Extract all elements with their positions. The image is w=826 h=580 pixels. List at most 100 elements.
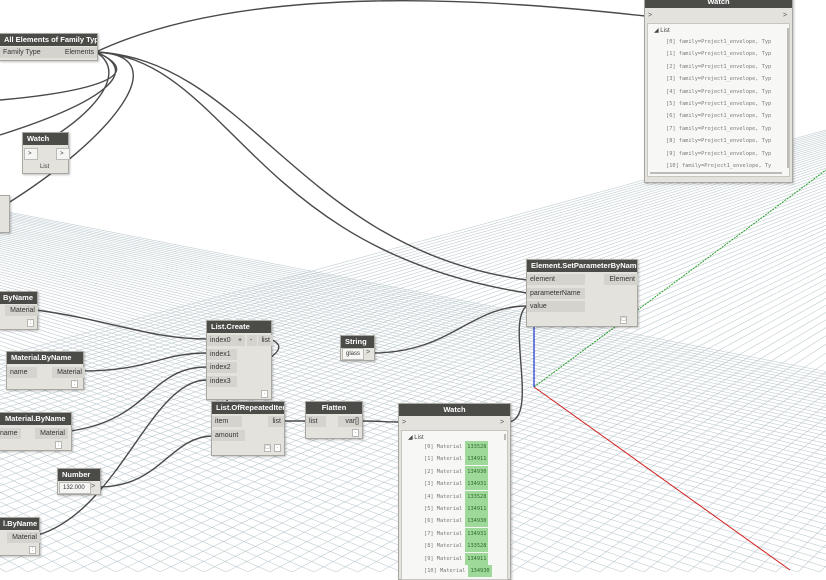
index3-input-port[interactable]: index3 xyxy=(207,376,237,387)
number-node[interactable]: Number 132.000 > xyxy=(57,468,101,495)
number-value-input[interactable]: 132.000 xyxy=(59,482,91,494)
list-item-index: [3] Material xyxy=(424,481,463,488)
add-input-button[interactable]: + xyxy=(235,335,245,346)
watch-output-port[interactable]: > xyxy=(783,12,787,19)
index0-input-port[interactable]: index0 xyxy=(207,335,237,346)
material-byname-node-2[interactable]: Material.ByName name Material : xyxy=(6,351,85,390)
list-item: [2] Material 134930 xyxy=(424,465,489,478)
list-item: [6] Material 134930 xyxy=(424,515,489,528)
offscreen-node[interactable] xyxy=(0,195,10,233)
list-item-index: [8] Material xyxy=(424,543,463,550)
material-output-port[interactable]: Material xyxy=(7,532,40,543)
list-item-value: 134911 xyxy=(465,552,489,565)
node-title: List.Create xyxy=(207,321,271,333)
list-input-port[interactable]: list xyxy=(306,416,326,427)
node-title: Watch xyxy=(399,404,510,416)
amount-input-port[interactable]: amount xyxy=(212,430,245,441)
node-title: All Elements of Family Type xyxy=(0,34,97,46)
list-item: [10] family=Project1_envelope, Ty xyxy=(666,163,772,169)
family-type-input-port[interactable]: Family Type xyxy=(0,47,58,58)
list-item-value: 134930 xyxy=(465,515,489,528)
watch-scrollbar[interactable] xyxy=(787,28,789,168)
list-item-value: 134911 xyxy=(465,453,489,466)
list-item-value: 133528 xyxy=(465,540,489,553)
list-item: [7] family=Project1_envelope, Typ xyxy=(666,125,772,132)
lacing-icon[interactable]: · xyxy=(352,429,359,437)
index2-input-port[interactable]: index2 xyxy=(207,362,237,373)
lacing-icon[interactable]: : xyxy=(27,319,34,327)
material-byname-node-1[interactable]: ByName Material : xyxy=(0,291,38,330)
watch-node-top[interactable]: Watch > > ◢ List [0] family=Project1_env… xyxy=(644,0,793,183)
node-title: Material.ByName xyxy=(7,352,83,364)
list-item-value: 134930 xyxy=(465,465,489,478)
element-input-port[interactable]: element xyxy=(527,274,585,285)
list-of-repeated-item-node[interactable]: List.OfRepeatedItem item list amount □ · xyxy=(211,401,285,456)
number-output-port[interactable]: > xyxy=(91,483,95,490)
watch-scrollbar[interactable] xyxy=(504,434,506,440)
lacing-icon[interactable]: : xyxy=(29,546,36,554)
list-item-index: [7] Material xyxy=(424,530,463,537)
list-output-port[interactable]: list xyxy=(258,335,273,346)
name-input-port[interactable]: name xyxy=(0,428,21,439)
list-item: [4] family=Project1_envelope, Typ xyxy=(666,88,772,95)
list-create-node[interactable]: List.Create index0 + - list index1 index… xyxy=(206,320,273,400)
string-output-port[interactable]: > xyxy=(366,349,370,356)
list-item: [2] family=Project1_envelope, Typ xyxy=(666,63,772,70)
list-item-value: 134931 xyxy=(465,478,489,491)
lacing-icon[interactable]: : xyxy=(55,441,62,449)
list-item: [4] Material 133528 xyxy=(424,490,489,503)
element-set-parameter-by-name-node[interactable]: Element.SetParameterByName element Eleme… xyxy=(526,259,638,327)
list-item-index: [1] Material xyxy=(424,456,463,463)
lacing-icon[interactable]: □ xyxy=(620,316,627,324)
lacing-icon[interactable]: □ xyxy=(264,444,271,452)
watch-output-port[interactable]: > xyxy=(500,419,504,426)
list-item-value: 133528 xyxy=(465,490,489,503)
collapse-icon[interactable]: ◢ xyxy=(408,435,413,441)
material-output-port[interactable]: Material xyxy=(5,305,38,316)
var-output-port[interactable]: var[] xyxy=(338,416,362,427)
name-input-port[interactable]: name xyxy=(7,367,37,378)
watch-node-bottom[interactable]: Watch > > ◢ List [0] Material 133528 [1] M… xyxy=(398,403,511,580)
list-item-index: [10] Material xyxy=(424,568,466,574)
watch-input-port[interactable]: > xyxy=(648,12,652,19)
list-item-index: [5] Material xyxy=(424,506,463,512)
lacing-icon[interactable]: · xyxy=(261,390,268,398)
list-item-value: 134930 xyxy=(468,565,492,577)
remove-input-button[interactable]: - xyxy=(247,335,257,346)
node-title: Element.SetParameterByName xyxy=(527,260,637,272)
flatten-node[interactable]: Flatten list var[] · xyxy=(305,401,363,439)
string-value-input[interactable]: glass xyxy=(342,348,364,360)
lacing-icon[interactable]: : xyxy=(71,380,78,388)
list-item: [1] Material 134911 xyxy=(424,453,489,466)
watch-input-port[interactable]: > xyxy=(24,148,38,160)
index1-input-port[interactable]: index1 xyxy=(207,349,237,360)
value-input-port[interactable]: value xyxy=(527,301,585,312)
element-output-port[interactable]: Element xyxy=(604,274,638,285)
list-item-index: [4] Material xyxy=(424,493,463,500)
list-item-index: [9] Material xyxy=(424,555,463,562)
collapse-icon[interactable]: ◢ xyxy=(654,28,659,34)
watch-output-port[interactable]: > xyxy=(56,148,70,160)
list-item-index: [0] Material xyxy=(424,444,463,450)
list-item: [7] Material 134931 xyxy=(424,527,489,540)
item-input-port[interactable]: item xyxy=(212,416,242,427)
all-elements-of-family-type-node[interactable]: All Elements of Family Type Family Type … xyxy=(0,33,98,61)
material-byname-node-3[interactable]: Material.ByName name Material : xyxy=(0,412,72,451)
list-item: [5] family=Project1_envelope, Typ xyxy=(666,101,772,107)
material-byname-node-4[interactable]: l.ByName Material : xyxy=(0,517,40,556)
list-output-port[interactable]: list xyxy=(268,416,284,427)
string-node[interactable]: String glass > xyxy=(340,335,375,361)
watch-node-small[interactable]: Watch > > List xyxy=(22,132,70,174)
list-item: [0] family=Project1_envelope, Typ xyxy=(666,39,772,45)
lacing-icon[interactable]: · xyxy=(274,444,281,452)
list-item: [9] family=Project1_envelope, Typ xyxy=(666,150,772,157)
parameter-name-input-port[interactable]: parameterName xyxy=(527,288,585,299)
watch-input-port[interactable]: > xyxy=(402,419,406,426)
material-output-port[interactable]: Material xyxy=(52,367,85,378)
list-item: [5] Material 134911 xyxy=(424,503,489,515)
watch-hscrollbar[interactable] xyxy=(650,172,782,174)
material-output-port[interactable]: Material xyxy=(35,428,68,439)
list-item: [8] Material 133528 xyxy=(424,540,489,553)
list-item-index: [2] Material xyxy=(424,468,463,475)
elements-output-port[interactable]: Elements xyxy=(58,47,97,58)
